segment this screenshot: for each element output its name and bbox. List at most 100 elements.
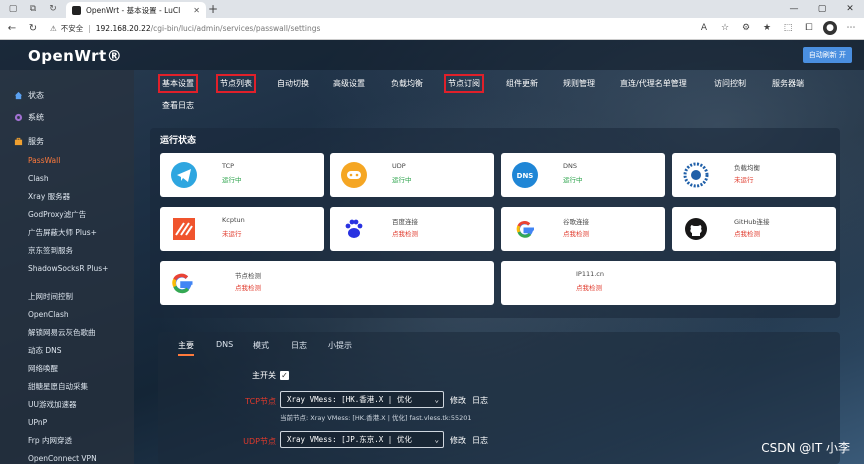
tab-tips[interactable]: 小提示 — [328, 340, 352, 351]
auto-refresh-button[interactable]: 自动刷新 开 — [802, 47, 852, 63]
tab-main[interactable]: 主要 — [178, 340, 194, 356]
browser-tab-active[interactable]: OpenWrt - 基本设置 - LuCI ✕ — [66, 2, 206, 18]
status-badge[interactable]: 点我检测 — [563, 228, 589, 238]
address-bar-row: ← ↻ ⚠ 不安全 | 192.168.20.22 /cgi-bin/luci/… — [0, 18, 864, 40]
sidebar-item-status[interactable]: 状态 — [14, 90, 44, 101]
tab-direct-proxy-list[interactable]: 直连/代理名单管理 — [620, 78, 687, 89]
status-card-baidu[interactable]: 百度连接 点我检测 — [330, 207, 494, 251]
tab-auto-switch[interactable]: 自动切换 — [277, 78, 309, 89]
sidebar-item-uu-booster[interactable]: UU游戏加速器 — [28, 400, 132, 410]
sidebar-item-openclash[interactable]: OpenClash — [28, 310, 132, 320]
udp-log-link[interactable]: 日志 — [472, 435, 488, 446]
url-host: 192.168.20.22 — [95, 24, 151, 33]
sidebar-item-system[interactable]: 系统 — [14, 112, 44, 123]
status-badge[interactable]: 点我检测 — [734, 228, 760, 238]
tab-view-logs[interactable]: 查看日志 — [162, 100, 194, 111]
tab-component-update[interactable]: 组件更新 — [506, 78, 538, 89]
window-controls: — ▢ ✕ — [780, 0, 864, 18]
github-icon — [682, 215, 710, 243]
downloads-icon[interactable]: ⬚ — [781, 21, 795, 35]
extensions-icon[interactable]: ⧠ — [802, 21, 816, 35]
new-tab-icon[interactable]: + — [208, 2, 218, 16]
google-icon — [168, 269, 196, 297]
browser-toolbar: A ☆ ⚙ ★ ⬚ ⧠ ● ⋯ — [697, 21, 858, 35]
home-icon — [14, 91, 23, 100]
status-card-load-balance: 负载均衡 未运行 — [672, 153, 836, 197]
status-card-udp: UDP 运行中 — [330, 153, 494, 197]
sidebar-item-openconnect[interactable]: OpenConnect VPN — [28, 454, 132, 464]
tcp-edit-link[interactable]: 修改 — [450, 395, 466, 406]
sidebar-item-time-control[interactable]: 上网时间控制 — [28, 292, 132, 302]
sidebar-item-adblock-plus[interactable]: 广告屏蔽大师 Plus+ — [28, 228, 132, 238]
sidebar-item-unblock-netease[interactable]: 解锁网易云灰色歌曲 — [28, 328, 132, 338]
tcp-log-link[interactable]: 日志 — [472, 395, 488, 406]
sidebar-item-ssr-plus[interactable]: ShadowSocksR Plus+ — [28, 264, 132, 274]
sidebar-item-godproxy[interactable]: GodProxy滤广告 — [28, 210, 132, 220]
back-icon[interactable]: ← — [3, 23, 21, 34]
status-card-dns: DNS DNS 运行中 — [501, 153, 665, 197]
tab-log[interactable]: 日志 — [291, 340, 307, 351]
more-menu-icon[interactable]: ⋯ — [844, 21, 858, 35]
tab-advanced[interactable]: 高级设置 — [333, 78, 365, 89]
tcp-node-label: TCP节点 — [245, 397, 276, 406]
maximize-icon[interactable]: ▢ — [808, 0, 836, 18]
tab-load-balance[interactable]: 负载均衡 — [391, 78, 423, 89]
extension-icon[interactable]: ⚙ — [739, 21, 753, 35]
read-aloud-icon[interactable]: A — [697, 21, 711, 35]
window-menu-icon[interactable]: ▢ — [6, 2, 20, 16]
chevron-down-icon: ⌄ — [434, 435, 439, 444]
status-card-node-check[interactable]: 节点检测 点我检测 — [160, 261, 494, 305]
sidebar-item-xray-server[interactable]: Xray 服务器 — [28, 192, 132, 202]
status-badge[interactable]: 点我检测 — [576, 282, 602, 292]
workspaces-icon[interactable]: ⧉ — [26, 2, 40, 16]
close-window-icon[interactable]: ✕ — [836, 0, 864, 18]
tab-mode[interactable]: 模式 — [253, 340, 269, 351]
google-icon — [511, 215, 539, 243]
url-path: /cgi-bin/luci/admin/services/passwall/se… — [150, 24, 321, 33]
luci-page: OpenWrt® 自动刷新 开 状态 系统 服务 PassWall Clash … — [0, 40, 864, 464]
main-switch-checkbox[interactable]: ✓ — [280, 371, 289, 380]
tcp-node-select[interactable]: Xray VMess: [HK.香港.X | 优化 ⌄ — [280, 391, 444, 408]
profile-avatar-icon[interactable]: ● — [823, 21, 837, 35]
openwrt-favicon-icon — [72, 5, 81, 15]
main-switch-label: 主开关 — [252, 371, 276, 380]
tab-node-subscribe[interactable]: 节点订阅 — [444, 74, 484, 93]
status-card-google[interactable]: 谷歌连接 点我检测 — [501, 207, 665, 251]
refresh-icon[interactable]: ↻ — [24, 23, 42, 34]
page-header: OpenWrt® 自动刷新 开 — [0, 40, 864, 70]
status-card-ip111[interactable]: IP111.cn 点我检测 — [501, 261, 836, 305]
url-field[interactable]: ⚠ 不安全 | 192.168.20.22 /cgi-bin/luci/admi… — [50, 21, 320, 37]
sidebar-item-passwall[interactable]: PassWall — [28, 156, 132, 166]
openwrt-logo[interactable]: OpenWrt® — [28, 47, 122, 65]
settings-section: 主要 DNS 模式 日志 小提示 主开关 ✓ TCP节点 Xray VMess:… — [158, 332, 840, 464]
csdn-watermark: CSDN @IT 小李 — [761, 441, 850, 455]
sidebar-item-wol[interactable]: 网络唤醒 — [28, 364, 132, 374]
favorite-icon[interactable]: ☆ — [718, 21, 732, 35]
sidebar-item-jd-checkin[interactable]: 京东签到服务 — [28, 246, 132, 256]
tab-access-control[interactable]: 访问控制 — [714, 78, 746, 89]
gear-icon — [14, 113, 23, 122]
sidebar-item-frp[interactable]: Frp 内网穿透 — [28, 436, 132, 446]
tab-node-list[interactable]: 节点列表 — [216, 74, 256, 93]
status-badge[interactable]: 点我检测 — [235, 282, 261, 292]
sidebar-item-tiantang[interactable]: 甜糖星愿自动采集 — [28, 382, 132, 392]
tab-rule-manage[interactable]: 规则管理 — [563, 78, 595, 89]
sidebar-item-clash[interactable]: Clash — [28, 174, 132, 184]
udp-node-label: UDP节点 — [243, 437, 276, 446]
udp-node-select[interactable]: Xray VMess: [JP.东京.X | 优化 ⌄ — [280, 431, 444, 448]
collections-icon[interactable]: ★ — [760, 21, 774, 35]
tab-dns[interactable]: DNS — [216, 340, 233, 349]
close-tab-icon[interactable]: ✕ — [193, 6, 200, 15]
status-badge: 运行中 — [222, 176, 242, 184]
sidebar-item-ddns[interactable]: 动态 DNS — [28, 346, 132, 356]
telegram-icon — [170, 161, 198, 189]
status-card-github[interactable]: GitHub连接 点我检测 — [672, 207, 836, 251]
sidebar-item-services[interactable]: 服务 — [14, 136, 44, 147]
udp-edit-link[interactable]: 修改 — [450, 435, 466, 446]
minimize-icon[interactable]: — — [780, 0, 808, 18]
tab-server-side[interactable]: 服务器端 — [772, 78, 804, 89]
sidebar-item-upnp[interactable]: UPnP — [28, 418, 132, 428]
tab-basic-settings[interactable]: 基本设置 — [158, 74, 198, 93]
status-badge[interactable]: 点我检测 — [392, 228, 418, 238]
tab-actions-icon[interactable]: ↻ — [46, 2, 60, 16]
